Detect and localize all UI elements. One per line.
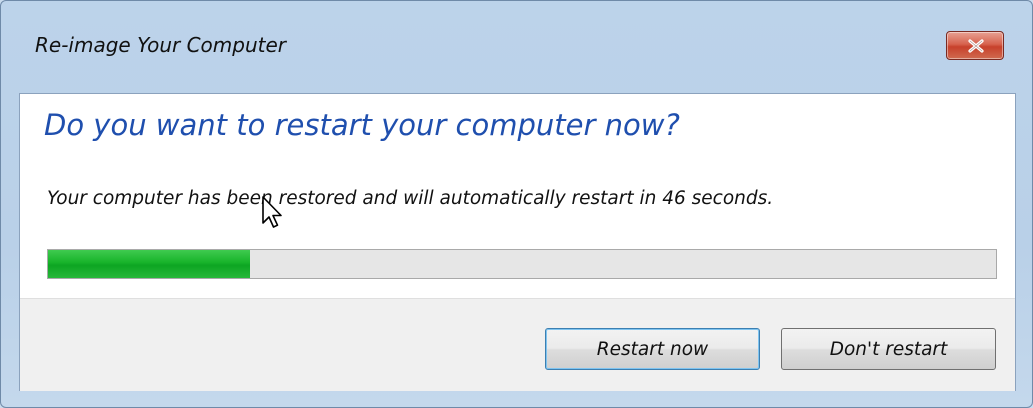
restart-countdown-message: Your computer has been restored and will… (47, 188, 774, 209)
dialog-heading: Do you want to restart your computer now… (44, 108, 680, 142)
restart-now-button[interactable]: Restart now (545, 328, 760, 370)
dialog-content: Do you want to restart your computer now… (19, 93, 1016, 391)
mouse-pointer-icon (261, 195, 285, 235)
dialog-button-area: Restart now Don't restart (20, 298, 1015, 391)
countdown-progress-bar (47, 249, 997, 279)
window-title: Re-image Your Computer (35, 33, 287, 57)
close-button[interactable] (946, 31, 1004, 60)
progress-bar-fill (48, 250, 250, 278)
close-icon (968, 39, 984, 53)
dont-restart-button[interactable]: Don't restart (781, 328, 996, 370)
title-bar[interactable]: Re-image Your Computer (1, 1, 1032, 93)
re-image-dialog-window: Re-image Your Computer Do you want to re… (0, 0, 1033, 408)
